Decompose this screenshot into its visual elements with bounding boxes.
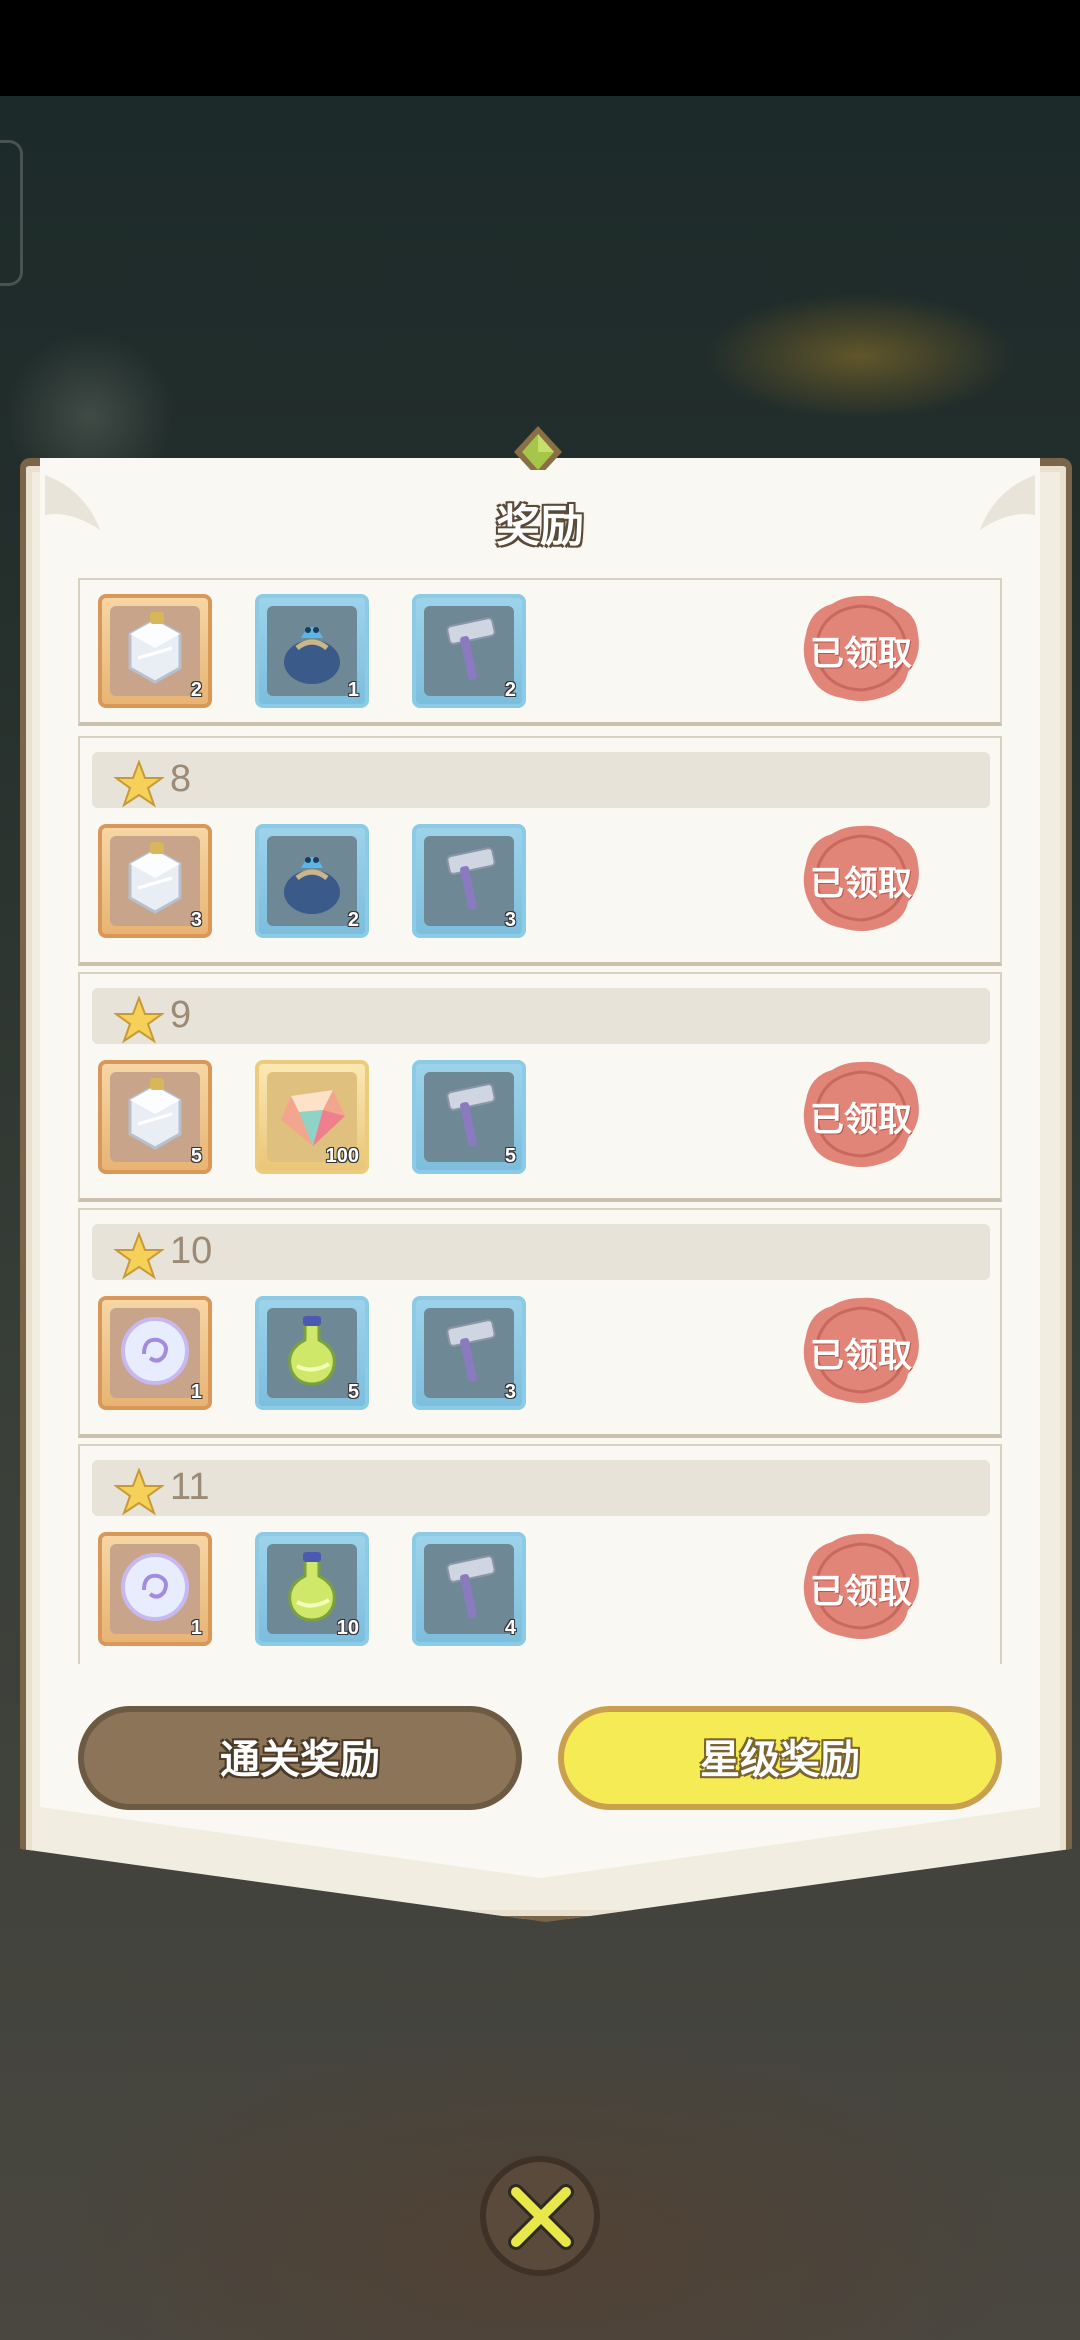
reward-item[interactable]: 4 bbox=[412, 1532, 526, 1646]
reward-row: 8 3 2 3 已领取 bbox=[78, 736, 1002, 966]
tab-star-rewards[interactable]: 星级奖励 bbox=[558, 1706, 1002, 1810]
item-quantity: 3 bbox=[504, 1381, 516, 1403]
item-quantity: 5 bbox=[190, 1145, 202, 1167]
reward-row: 9 5 100 5 已领取 bbox=[78, 972, 1002, 1202]
claimed-seal-stamp: 已领取 bbox=[800, 822, 922, 934]
status-bar bbox=[0, 0, 1080, 96]
reward-item[interactable]: 5 bbox=[412, 1060, 526, 1174]
reward-item[interactable]: 10 bbox=[255, 1532, 369, 1646]
item-quantity: 10 bbox=[336, 1617, 359, 1639]
star-count: 9 bbox=[170, 994, 192, 1036]
reward-item[interactable]: 1 bbox=[255, 594, 369, 708]
reward-item[interactable]: 3 bbox=[98, 824, 212, 938]
item-quantity: 3 bbox=[504, 909, 516, 931]
reward-item[interactable]: 5 bbox=[255, 1296, 369, 1410]
tab-clear-rewards[interactable]: 通关奖励 bbox=[78, 1706, 522, 1810]
item-quantity: 5 bbox=[347, 1381, 359, 1403]
item-quantity: 5 bbox=[504, 1145, 516, 1167]
reward-item[interactable]: 3 bbox=[412, 824, 526, 938]
reward-item[interactable]: 2 bbox=[255, 824, 369, 938]
item-quantity: 4 bbox=[504, 1617, 516, 1639]
star-requirement-header: 10 bbox=[92, 1224, 990, 1280]
reward-row: 11 1 10 4 已领取 bbox=[78, 1444, 1002, 1664]
close-button[interactable] bbox=[480, 2156, 600, 2276]
claimed-seal-stamp: 已领取 bbox=[800, 1294, 922, 1406]
item-quantity: 1 bbox=[347, 679, 359, 701]
claimed-status-label: 已领取 bbox=[810, 1337, 912, 1375]
tab-star-rewards-label: 星级奖励 bbox=[700, 1738, 860, 1782]
tab-clear-rewards-label: 通关奖励 bbox=[220, 1738, 380, 1782]
claimed-status-label: 已领取 bbox=[810, 865, 912, 903]
reward-item[interactable]: 1 bbox=[98, 1532, 212, 1646]
reward-item[interactable]: 3 bbox=[412, 1296, 526, 1410]
star-icon bbox=[114, 996, 164, 1044]
claimed-seal-stamp: 已领取 bbox=[800, 1058, 922, 1170]
item-quantity: 2 bbox=[347, 909, 359, 931]
close-x-icon bbox=[508, 2184, 574, 2250]
star-requirement-header: 8 bbox=[92, 752, 990, 808]
star-requirement-header: 11 bbox=[92, 1460, 990, 1516]
claimed-status-label: 已领取 bbox=[810, 1101, 912, 1139]
reward-item[interactable]: 2 bbox=[412, 594, 526, 708]
reward-item[interactable]: 2 bbox=[98, 594, 212, 708]
star-requirement-header: 9 bbox=[92, 988, 990, 1044]
claimed-status-label: 已领取 bbox=[810, 1573, 912, 1611]
reward-list[interactable]: 2 1 2 已领取 8 3 2 3 已领取 9 5 100 5 已领取 10 1 5 3 已领取 11 1 10 4 已领取 bbox=[78, 578, 1002, 1664]
claimed-status-label: 已领取 bbox=[810, 635, 912, 673]
item-quantity: 3 bbox=[190, 909, 202, 931]
item-quantity: 1 bbox=[190, 1381, 202, 1403]
star-count: 10 bbox=[170, 1230, 213, 1272]
claimed-seal-stamp: 已领取 bbox=[800, 1530, 922, 1642]
reward-item[interactable]: 100 bbox=[255, 1060, 369, 1174]
reward-item[interactable]: 1 bbox=[98, 1296, 212, 1410]
reward-row: 10 1 5 3 已领取 bbox=[78, 1208, 1002, 1438]
item-quantity: 2 bbox=[190, 679, 202, 701]
star-icon bbox=[114, 1232, 164, 1280]
item-quantity: 100 bbox=[325, 1145, 359, 1167]
star-count: 8 bbox=[170, 758, 192, 800]
star-icon bbox=[114, 1468, 164, 1516]
item-quantity: 1 bbox=[190, 1617, 202, 1639]
star-icon bbox=[114, 760, 164, 808]
reward-row: 2 1 2 已领取 bbox=[78, 578, 1002, 726]
reward-item[interactable]: 5 bbox=[98, 1060, 212, 1174]
item-quantity: 2 bbox=[504, 679, 516, 701]
background-ui-frame bbox=[0, 140, 23, 286]
star-count: 11 bbox=[170, 1466, 210, 1508]
claimed-seal-stamp: 已领取 bbox=[800, 592, 922, 704]
panel-title: 奖励 bbox=[496, 502, 584, 551]
